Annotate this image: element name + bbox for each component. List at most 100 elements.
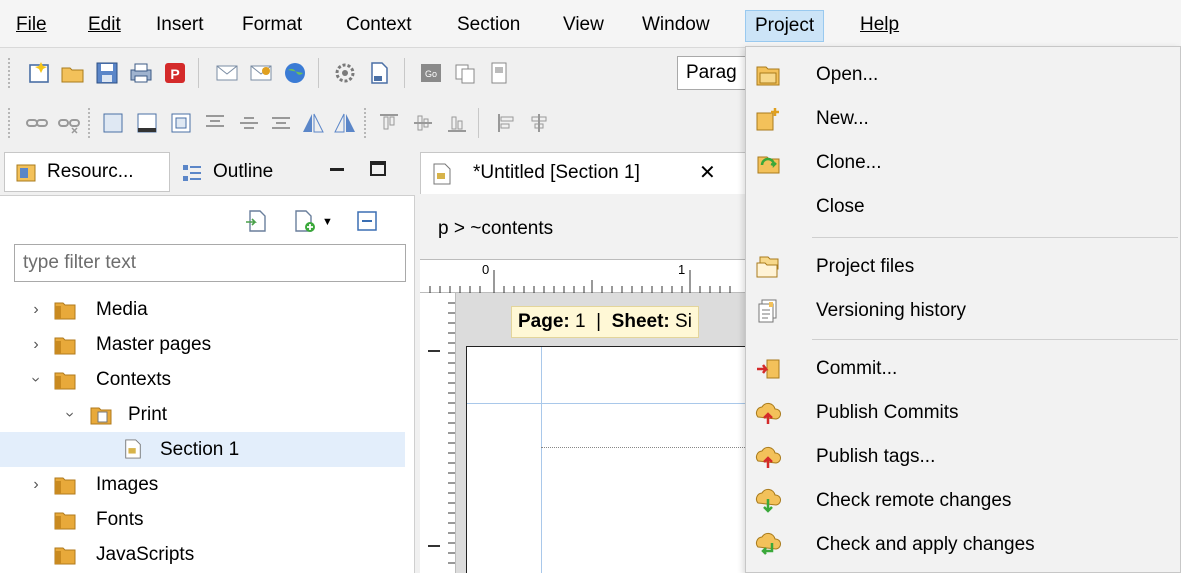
- tree-item-javascripts[interactable]: JavaScripts: [0, 537, 405, 572]
- document-export-icon[interactable]: [366, 60, 392, 86]
- menu-item-check-and-apply-changes[interactable]: Check and apply changes: [746, 525, 1180, 565]
- toolbar-separator: [318, 58, 319, 88]
- menu-item-publish-tags[interactable]: Publish tags...: [746, 437, 1180, 477]
- box-padding-icon[interactable]: [168, 110, 194, 136]
- resources-panel: Resourc... Outline ▼ type filter text › …: [0, 146, 415, 573]
- history-icon: [758, 299, 777, 323]
- tree-item-fonts[interactable]: Fonts: [0, 502, 405, 537]
- project-menu-dropdown: Open... New... Clone... Close Project fi…: [745, 46, 1181, 573]
- menu-file[interactable]: File: [16, 10, 47, 40]
- menu-item-new[interactable]: New...: [746, 99, 1180, 139]
- project-files-icon: [756, 256, 779, 278]
- go-icon[interactable]: Go: [418, 60, 444, 86]
- menu-item-commit[interactable]: Commit...: [746, 349, 1180, 389]
- menu-item-publish-commits[interactable]: Publish Commits: [746, 393, 1180, 433]
- new-document-icon[interactable]: [26, 60, 52, 86]
- collapse-all-icon[interactable]: [356, 210, 378, 232]
- email-send-icon[interactable]: [248, 60, 274, 86]
- tree-item-contexts[interactable]: › Contexts: [0, 362, 405, 397]
- menu-help[interactable]: Help: [860, 10, 899, 40]
- valign-bottom-icon[interactable]: [444, 110, 470, 136]
- flip-right-icon[interactable]: [332, 110, 358, 136]
- menu-view[interactable]: View: [563, 10, 604, 40]
- chevron-right-icon[interactable]: ›: [28, 467, 44, 502]
- open-folder-icon[interactable]: [60, 60, 86, 86]
- settings-gear-icon[interactable]: [332, 60, 358, 86]
- chevron-right-icon[interactable]: ›: [28, 292, 44, 327]
- unlink-icon[interactable]: [56, 110, 82, 136]
- svg-text:P: P: [170, 66, 179, 82]
- panel-tab-bar: Resourc... Outline: [0, 146, 415, 196]
- tab-resources[interactable]: Resourc...: [4, 152, 170, 192]
- tab-outline[interactable]: Outline: [170, 152, 300, 192]
- check-remote-icon: [755, 488, 782, 513]
- tree-item-media[interactable]: › Media: [0, 292, 405, 327]
- menu-project[interactable]: Project: [745, 10, 825, 42]
- print-icon[interactable]: [128, 60, 154, 86]
- menu-format[interactable]: Format: [242, 10, 302, 40]
- print-context-icon: [90, 407, 112, 425]
- filter-input[interactable]: type filter text: [14, 244, 406, 282]
- main-toolbar: P Go Parag: [0, 48, 767, 98]
- dropdown-arrow-icon[interactable]: ▼: [322, 216, 333, 228]
- tree-item-images[interactable]: › Images: [0, 467, 405, 502]
- menu-item-clone[interactable]: Clone...: [746, 143, 1180, 183]
- valign-top-icon[interactable]: [376, 110, 402, 136]
- flip-left-icon[interactable]: [300, 110, 326, 136]
- link-icon[interactable]: [24, 110, 50, 136]
- tree-item-print[interactable]: › Print: [0, 397, 405, 432]
- new-project-icon: [756, 108, 779, 131]
- halign-center-icon[interactable]: [526, 110, 552, 136]
- folder-icon: [54, 547, 76, 565]
- save-icon[interactable]: [94, 60, 120, 86]
- new-resource-icon[interactable]: [292, 208, 318, 234]
- close-tab-icon[interactable]: ✕: [699, 153, 716, 193]
- halign-left-icon[interactable]: [494, 110, 520, 136]
- toolbar-grip[interactable]: [8, 108, 12, 138]
- menu-item-open[interactable]: Open...: [746, 55, 1180, 95]
- toolbar-grip[interactable]: [88, 108, 92, 138]
- tree-item-master-pages[interactable]: › Master pages: [0, 327, 405, 362]
- menu-item-project-files[interactable]: Project files: [746, 247, 1180, 287]
- toolbar-grip[interactable]: [364, 108, 368, 138]
- valign-center-icon[interactable]: [410, 110, 436, 136]
- menu-bar: File Edit Insert Format Context Section …: [0, 0, 1181, 48]
- tree-item-section-1[interactable]: Section 1: [0, 432, 405, 467]
- minimize-icon[interactable]: [330, 168, 344, 171]
- vertical-ruler: [420, 293, 456, 573]
- menu-context[interactable]: Context: [346, 10, 411, 40]
- email-preview-icon[interactable]: [214, 60, 240, 86]
- page-icon[interactable]: [486, 60, 512, 86]
- tab-untitled-section-1[interactable]: *Untitled [Section 1] ✕: [420, 152, 748, 194]
- maximize-icon[interactable]: [370, 161, 386, 176]
- margin-guide: [541, 347, 542, 573]
- chevron-down-icon[interactable]: ›: [53, 407, 88, 423]
- editor-area: *Untitled [Section 1] ✕ p > ~contents 0 …: [416, 146, 748, 573]
- ruler-ticks: [429, 270, 731, 293]
- format-toolbar: [0, 98, 760, 146]
- box-icon[interactable]: [100, 110, 126, 136]
- menu-item-versioning-history[interactable]: Versioning history: [746, 291, 1180, 331]
- box-border-bottom-icon[interactable]: [134, 110, 160, 136]
- commit-icon: [757, 359, 780, 379]
- folder-icon: [54, 372, 76, 390]
- menu-section[interactable]: Section: [457, 10, 520, 40]
- apply-changes-icon: [755, 532, 782, 555]
- import-icon[interactable]: [244, 208, 270, 234]
- menu-edit[interactable]: Edit: [88, 10, 121, 40]
- align-bottom-icon[interactable]: [268, 110, 294, 136]
- pdf-icon[interactable]: P: [162, 60, 188, 86]
- align-top-icon[interactable]: [202, 110, 228, 136]
- align-middle-icon[interactable]: [236, 110, 262, 136]
- chevron-down-icon[interactable]: ›: [19, 372, 54, 388]
- menu-separator: [812, 339, 1178, 340]
- menu-item-check-remote-changes[interactable]: Check remote changes: [746, 481, 1180, 521]
- menu-item-close[interactable]: Close: [746, 187, 1180, 227]
- menu-window[interactable]: Window: [642, 10, 710, 40]
- menu-insert[interactable]: Insert: [156, 10, 204, 40]
- chevron-right-icon[interactable]: ›: [28, 327, 44, 362]
- document-page[interactable]: [466, 346, 747, 573]
- web-globe-icon[interactable]: [282, 60, 308, 86]
- transfer-icon[interactable]: [452, 60, 478, 86]
- toolbar-grip[interactable]: [8, 58, 12, 88]
